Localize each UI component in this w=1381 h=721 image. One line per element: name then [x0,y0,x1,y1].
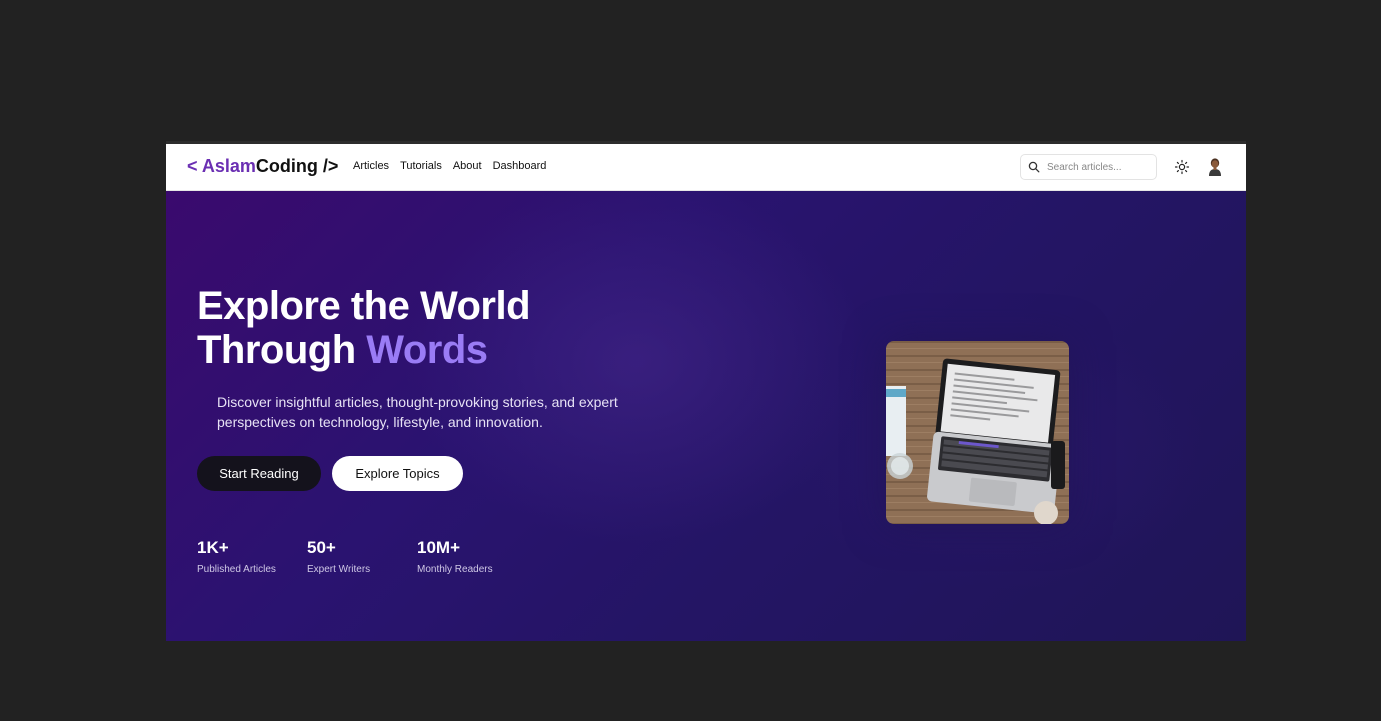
stat-label: Expert Writers [307,564,371,575]
navbar: < AslamCoding /> Articles Tutorials Abou… [166,144,1246,191]
logo-close-bracket: /> [317,156,339,176]
stat-value: 50+ [307,538,336,557]
nav-link-tutorials[interactable]: Tutorials [400,160,442,172]
stat-value: 1K+ [197,538,229,557]
hero-title: Explore the World Through Words [197,284,531,372]
theme-toggle-sun-icon[interactable] [1174,159,1190,175]
logo-open-bracket: < [187,156,202,176]
nav-link-about[interactable]: About [453,160,482,172]
stat-monthly-readers: 10M+ Monthly Readers [417,538,493,575]
nav-link-articles[interactable]: Articles [353,160,389,172]
stat-published-articles: 1K+ Published Articles [197,538,276,575]
site-logo[interactable]: < AslamCoding /> [187,156,338,177]
hero-subtitle: Discover insightful articles, thought-pr… [217,394,618,430]
search-box[interactable] [1020,154,1157,180]
logo-part-2: Coding [255,156,318,176]
nav-link-dashboard[interactable]: Dashboard [493,160,547,172]
app-window: < AslamCoding /> Articles Tutorials Abou… [166,141,1246,641]
main-menu: Articles Tutorials About Dashboard [353,160,546,172]
search-input[interactable] [1047,161,1147,173]
hero-title-line-2: Through [197,328,367,372]
hero-title-line-1: Explore the World [197,284,531,328]
stat-label: Monthly Readers [417,564,493,575]
explore-topics-button[interactable]: Explore Topics [332,456,463,491]
start-reading-button[interactable]: Start Reading [197,456,321,491]
hero-title-accent: Words [366,328,488,372]
logo-part-1: Aslam [201,156,256,176]
stat-label: Published Articles [197,564,276,575]
stat-value: 10M+ [417,538,460,557]
search-icon [1021,155,1047,179]
stat-expert-writers: 50+ Expert Writers [307,538,370,575]
user-avatar[interactable] [1206,157,1224,177]
hero-laptop-image [886,341,1069,524]
hero-section: Explore the World Through Words Discover… [166,191,1246,641]
